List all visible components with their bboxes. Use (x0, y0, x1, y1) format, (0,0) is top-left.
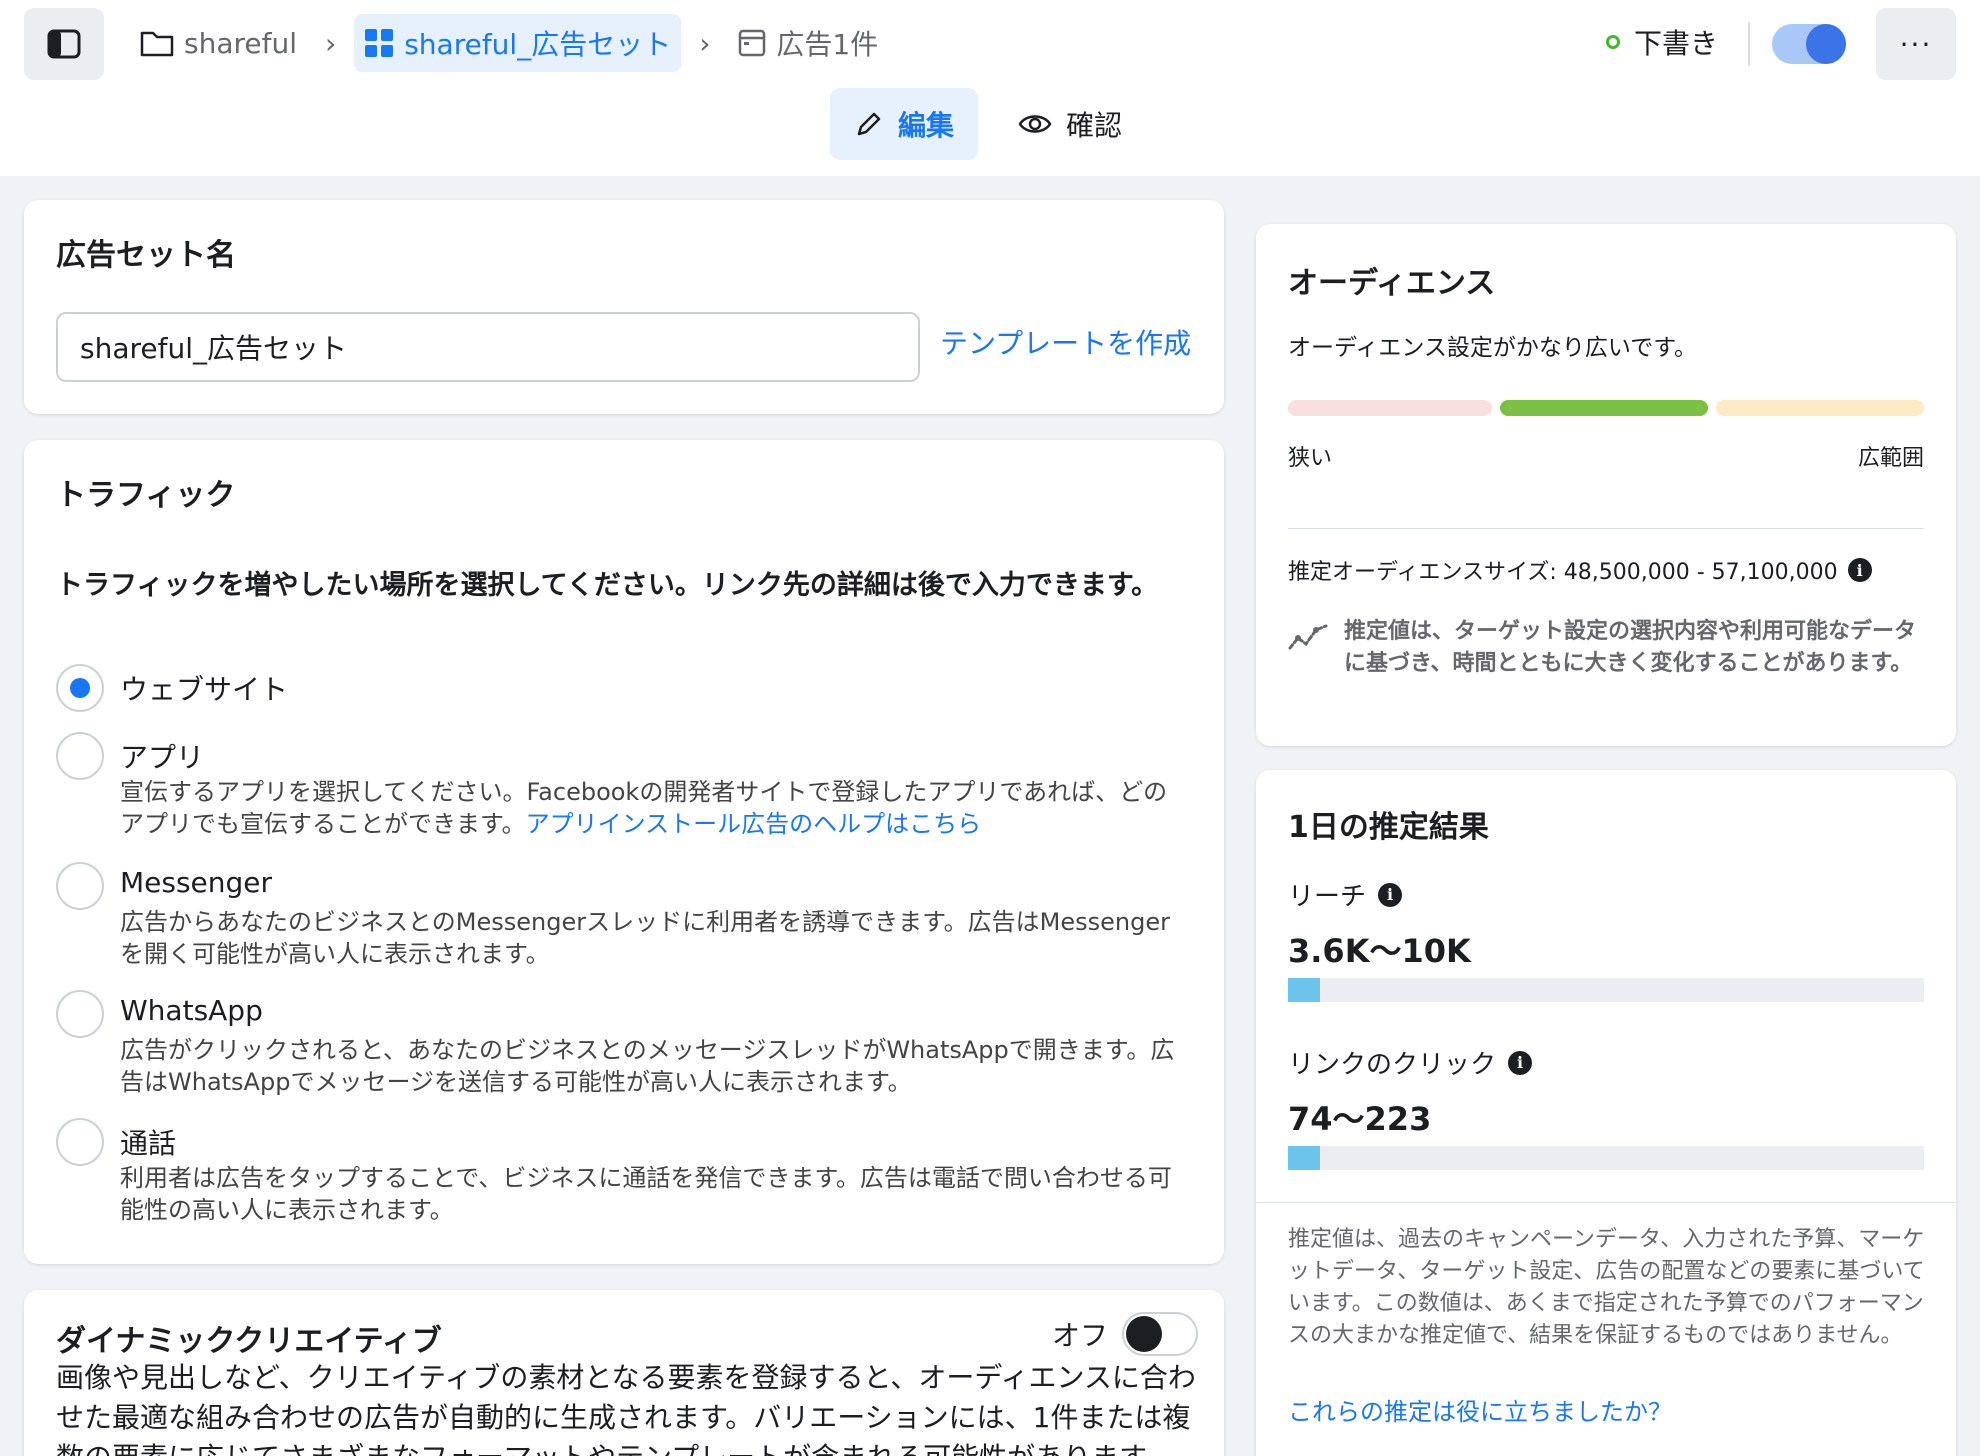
reach-progress-bar (1288, 978, 1924, 1002)
sidebar-toggle-button[interactable] (24, 8, 104, 80)
clicks-progress-fill (1288, 1146, 1320, 1170)
dynamic-creative-toggle-label: オフ (1052, 1319, 1109, 1352)
info-icon[interactable]: i (1378, 882, 1403, 907)
audience-meter-ok (1500, 400, 1708, 416)
breadcrumb-ads[interactable]: 広告1件 (728, 14, 888, 72)
trend-chart-icon (1288, 624, 1328, 650)
breadcrumb-campaign-label: shareful (184, 26, 297, 60)
radio-label: ウェブサイト (120, 673, 289, 706)
adset-name-title: 広告セット名 (56, 238, 236, 273)
daily-estimate-card: 1日の推定結果 リーチ i 3.6K〜10K リンクのクリック i 74〜223… (1256, 770, 1956, 1456)
divider (1256, 1202, 1956, 1203)
clicks-progress-bar (1288, 1146, 1924, 1170)
audience-narrow-label: 狭い (1288, 446, 1333, 471)
audience-broad-label: 広範囲 (1857, 446, 1924, 471)
status-badge: 下書き (1606, 22, 1718, 62)
audience-size-label: 推定オーディエンスサイズ: 48,500,000 - 57,100,000 (1288, 560, 1838, 585)
app-install-help-link[interactable]: アプリインストール広告のヘルプはこちら (526, 810, 982, 838)
dynamic-creative-title: ダイナミッククリエイティブ (56, 1324, 442, 1359)
radio-label: WhatsApp (120, 994, 263, 1027)
radio-help-text: 宣伝するアプリを選択してください。Facebookの開発者サイトで登録したアプリ… (120, 776, 1190, 840)
radio-label: Messenger (120, 866, 273, 899)
tab-edit-label: 編集 (898, 109, 955, 142)
toggle-knob (1806, 24, 1846, 64)
status-dot-icon (1606, 35, 1620, 49)
status-label: 下書き (1634, 27, 1719, 60)
breadcrumb-adset[interactable]: shareful_広告セット (354, 14, 682, 72)
dynamic-creative-description: 画像や見出しなど、クリエイティブの素材となる要素を登録すると、オーディエンスに合… (56, 1361, 1196, 1456)
divider (1748, 22, 1750, 66)
estimate-disclaimer: 推定値は、過去のキャンペーンデータ、入力された予算、マーケットデータ、ターゲット… (1288, 1227, 1925, 1348)
folder-icon (140, 31, 174, 57)
sidebar-panel-icon (47, 29, 81, 59)
chevron-right-icon: › (699, 26, 711, 60)
tab-review[interactable]: 確認 (994, 88, 1146, 160)
chevron-right-icon: › (325, 26, 337, 60)
traffic-title: トラフィック (56, 478, 236, 513)
adset-name-card: 広告セット名 テンプレートを作成 (24, 200, 1224, 414)
radio-button[interactable] (56, 990, 104, 1038)
radio-help-text: 広告からあなたのビジネスとのMessengerスレッドに利用者を誘導できます。広… (120, 908, 1171, 968)
tab-edit[interactable]: 編集 (830, 88, 979, 160)
adset-name-input[interactable] (56, 312, 920, 382)
reach-label-row: リーチ i (1288, 876, 1403, 913)
radio-button[interactable] (56, 732, 104, 780)
dynamic-creative-card: ダイナミッククリエイティブ オフ 画像や見出しなど、クリエイティブの素材となる要… (24, 1290, 1224, 1456)
breadcrumb: shareful › shareful_広告セット › 広告1件 (130, 14, 888, 72)
traffic-description: トラフィックを増やしたい場所を選択してください。リンク先の詳細は後で入力できます… (56, 570, 1159, 601)
clicks-label: リンクのクリック (1288, 1050, 1497, 1080)
daily-estimate-title: 1日の推定結果 (1288, 810, 1489, 845)
estimate-feedback-link[interactable]: これらの推定は役に立ちましたか？ (1288, 1392, 1672, 1427)
publish-toggle[interactable] (1772, 24, 1846, 64)
audience-message: オーディエンス設定がかなり広いです。 (1288, 335, 1697, 361)
traffic-card: トラフィック トラフィックを増やしたい場所を選択してください。リンク先の詳細は後… (24, 440, 1224, 1264)
ad-window-icon (739, 29, 766, 57)
grid-icon (365, 29, 394, 57)
divider (1288, 528, 1924, 529)
info-icon[interactable]: i (1847, 558, 1872, 582)
audience-title: オーディエンス (1288, 266, 1496, 301)
breadcrumb-campaign[interactable]: shareful (130, 14, 307, 72)
radio-button[interactable] (56, 1118, 104, 1166)
radio-help-text: 利用者は広告をタップすることで、ビジネスに通話を発信できます。広告は電話で問い合… (120, 1164, 1172, 1224)
eye-icon (1018, 115, 1052, 133)
reach-label: リーチ (1288, 882, 1367, 912)
radio-button[interactable] (56, 862, 104, 910)
radio-label: アプリ (120, 741, 205, 774)
audience-size: 推定オーディエンスサイズ: 48,500,000 - 57,100,000 i (1288, 554, 1872, 586)
breadcrumb-ads-label: 広告1件 (776, 28, 879, 61)
more-options-button[interactable]: ··· (1876, 8, 1956, 80)
audience-note: 推定値は、ターゲット設定の選択内容や利用可能なデータに基づき、時間とともに大きく… (1344, 619, 1917, 676)
radio-button[interactable] (56, 664, 104, 712)
audience-meter-broad (1716, 400, 1924, 416)
create-template-link[interactable]: テンプレートを作成 (940, 322, 1191, 362)
reach-progress-fill (1288, 978, 1320, 1002)
clicks-label-row: リンクのクリック i (1288, 1044, 1533, 1081)
radio-help-text: 広告がクリックされると、あなたのビジネスとのメッセージスレッドがWhatsApp… (120, 1036, 1175, 1096)
tab-review-label: 確認 (1066, 109, 1123, 142)
reach-value: 3.6K〜10K (1288, 932, 1471, 970)
audience-card: オーディエンス オーディエンス設定がかなり広いです。 狭い 広範囲 推定オーディ… (1256, 224, 1956, 746)
dynamic-creative-toggle[interactable] (1122, 1312, 1198, 1356)
radio-label: 通話 (120, 1127, 177, 1160)
info-icon[interactable]: i (1508, 1050, 1533, 1075)
breadcrumb-adset-label: shareful_広告セット (404, 28, 672, 61)
audience-meter-narrow (1288, 400, 1492, 416)
ellipsis-icon: ··· (1899, 27, 1933, 61)
top-bar: shareful › shareful_広告セット › 広告1件 下書き ···… (0, 0, 1980, 176)
pencil-icon (857, 112, 881, 136)
mode-tabs: 編集 確認 (830, 88, 1146, 160)
toggle-knob (1126, 1316, 1162, 1352)
clicks-value: 74〜223 (1288, 1100, 1432, 1138)
